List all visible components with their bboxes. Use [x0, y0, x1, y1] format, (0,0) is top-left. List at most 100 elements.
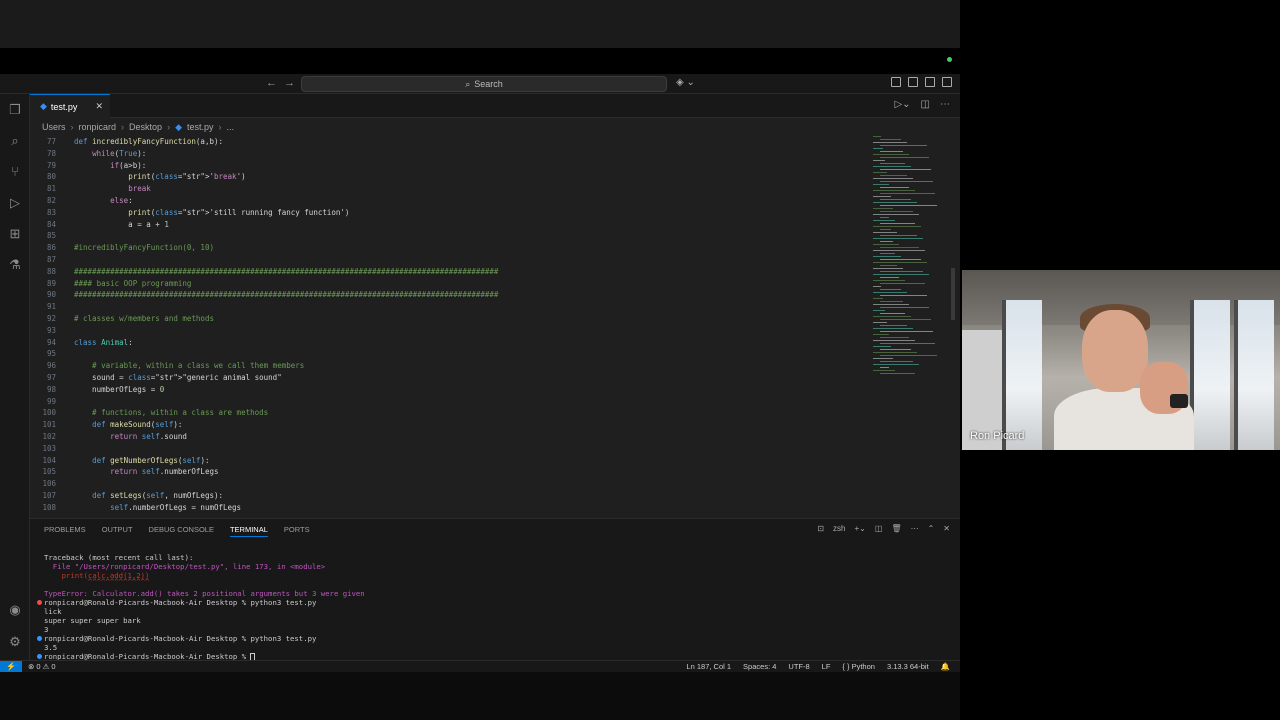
code-text: def incrediblyFancyFunction(a,b): [74, 137, 224, 146]
code-line[interactable]: 86 #incrediblyFancyFunction(0, 10) [30, 242, 870, 254]
code-line[interactable]: 94 class Animal: [30, 337, 870, 349]
code-line[interactable]: 77 def incrediblyFancyFunction(a,b): [30, 136, 870, 148]
code-line[interactable]: 84 a = a + 1 [30, 219, 870, 231]
split-terminal-icon[interactable]: ◫ [875, 524, 883, 533]
code-line[interactable]: 100 # functions, within a class are meth… [30, 407, 870, 419]
code-line[interactable]: 96 # variable, within a class we call th… [30, 360, 870, 372]
minimap-line [873, 346, 891, 347]
code-line[interactable]: 90 ######################################… [30, 289, 870, 301]
code-line[interactable]: 108 self.numberOfLegs = numOfLegs [30, 502, 870, 514]
problems-count[interactable]: ⊗ 0 ⚠ 0 [28, 662, 56, 671]
split-editor-icon[interactable]: ◫ [921, 99, 930, 110]
settings-gear-icon[interactable]: ⚙ [7, 634, 23, 650]
minimap-line [873, 340, 915, 341]
code-line[interactable]: 106 [30, 478, 870, 490]
code-line[interactable]: 102 return self.sound [30, 431, 870, 443]
python-interpreter[interactable]: 3.13.3 64-bit [887, 662, 929, 671]
minimap-line [880, 151, 903, 152]
minimap-line [873, 262, 927, 263]
title-bar: ← → ⌕ Search ◈ ⌄ [0, 74, 960, 94]
status-bar: ⚡ ⊗ 0 ⚠ 0 Ln 187, Col 1 Spaces: 4 UTF-8 … [0, 660, 960, 673]
code-text: numberOfLegs = 0 [74, 384, 165, 394]
shell-label[interactable]: zsh [833, 524, 845, 533]
minimap-line [880, 271, 923, 272]
minimap[interactable] [873, 134, 943, 518]
code-line[interactable]: 97 sound = class="str">"generic animal s… [30, 372, 870, 384]
code-editor[interactable]: 77 def incrediblyFancyFunction(a,b): 78 wh… [30, 134, 955, 518]
code-line[interactable]: 81 break [30, 183, 870, 195]
breadcrumb-item[interactable]: Users [42, 122, 66, 132]
close-icon[interactable]: ✕ [95, 101, 103, 112]
code-line[interactable]: 99 [30, 396, 870, 408]
code-line[interactable]: 92 # classes w/members and methods [30, 313, 870, 325]
language-mode[interactable]: { } Python [842, 662, 875, 671]
tab-terminal[interactable]: TERMINAL [229, 525, 268, 537]
code-line[interactable]: 93 [30, 325, 870, 337]
code-line[interactable]: 87 [30, 254, 870, 266]
notifications-bell-icon[interactable]: 🔔 [941, 662, 950, 671]
minimap-line [880, 301, 903, 302]
source-control-icon[interactable]: ⑂ [7, 164, 23, 180]
code-line[interactable]: 88 ######################################… [30, 266, 870, 278]
cursor-position[interactable]: Ln 187, Col 1 [686, 662, 731, 671]
tab-ports[interactable]: PORTS [284, 525, 310, 537]
code-line[interactable]: 91 [30, 301, 870, 313]
code-line[interactable]: 103 [30, 443, 870, 455]
minimap-line [880, 343, 935, 344]
code-line[interactable]: 78 while(True): [30, 148, 870, 160]
maximize-panel-icon[interactable]: ⌃ [928, 524, 935, 533]
tab-test-py[interactable]: ◆ test.py ✕ [30, 94, 110, 118]
minimap-line [880, 313, 905, 314]
run-debug-icon[interactable]: ▷ [7, 195, 23, 211]
code-line[interactable]: 89 #### basic OOP programming [30, 278, 870, 290]
forward-arrow-icon[interactable]: → [284, 77, 295, 89]
search-icon[interactable]: ⌕ [7, 133, 23, 149]
testing-icon[interactable]: ⚗ [7, 257, 23, 273]
line-number: 102 [42, 432, 56, 441]
more-actions-icon[interactable]: ⋯ [940, 99, 950, 110]
back-arrow-icon[interactable]: ← [266, 77, 277, 89]
code-line[interactable]: 98 numberOfLegs = 0 [30, 384, 870, 396]
run-python-icon[interactable]: ▷⌄ [894, 99, 910, 110]
code-line[interactable]: 105 return self.numberOfLegs [30, 466, 870, 478]
end-of-line[interactable]: LF [822, 662, 831, 671]
command-center-search[interactable]: ⌕ Search [301, 76, 667, 92]
extensions-icon[interactable]: ⊞ [7, 226, 23, 242]
code-line[interactable]: 79 if(a>b): [30, 160, 870, 172]
editor-scrollbar[interactable] [951, 268, 955, 320]
terminal-output[interactable]: Traceback (most recent call last): File … [37, 549, 944, 661]
tab-output[interactable]: OUTPUT [102, 525, 133, 537]
toggle-secondary-sidebar-icon[interactable] [942, 77, 952, 87]
breadcrumb-item[interactable]: ... [227, 122, 235, 132]
breadcrumb-item[interactable]: Desktop [129, 122, 162, 132]
toggle-panel-icon[interactable] [925, 77, 935, 87]
code-line[interactable]: 83 print(class="str">'still running fanc… [30, 207, 870, 219]
minimap-line [873, 280, 905, 281]
close-panel-icon[interactable]: ✕ [943, 524, 950, 533]
explorer-icon[interactable]: ❐ [7, 102, 23, 118]
code-line[interactable]: 101 def makeSound(self): [30, 419, 870, 431]
new-terminal-icon[interactable]: +⌄ [855, 524, 866, 533]
code-line[interactable]: 104 def getNumberOfLegs(self): [30, 455, 870, 467]
code-line[interactable]: 107 def setLegs(self, numOfLegs): [30, 490, 870, 502]
more-actions-icon[interactable]: ⋯ [911, 524, 919, 533]
code-line[interactable]: 95 [30, 348, 870, 360]
minimap-line [880, 187, 909, 188]
account-icon[interactable]: ◉ [7, 602, 23, 618]
terminal-line: Traceback (most recent call last): [44, 553, 194, 562]
toggle-sidebar-icon[interactable] [908, 77, 918, 87]
trash-icon[interactable]: 🗑 [891, 524, 901, 533]
code-line[interactable]: 80 print(class="str">'break') [30, 171, 870, 183]
copilot-icon[interactable]: ◈ ⌄ [676, 77, 695, 88]
minimap-line [873, 304, 909, 305]
breadcrumb-item[interactable]: test.py [187, 122, 214, 132]
code-line[interactable]: 85 [30, 230, 870, 242]
line-number: 80 [46, 172, 56, 182]
breadcrumb-item[interactable]: ronpicard [79, 122, 117, 132]
indentation[interactable]: Spaces: 4 [743, 662, 776, 671]
code-line[interactable]: 82 else: [30, 195, 870, 207]
tab-debug-console[interactable]: DEBUG CONSOLE [149, 525, 214, 537]
encoding[interactable]: UTF-8 [788, 662, 809, 671]
tab-problems[interactable]: PROBLEMS [44, 525, 86, 537]
customize-layout-icon[interactable] [891, 77, 901, 87]
